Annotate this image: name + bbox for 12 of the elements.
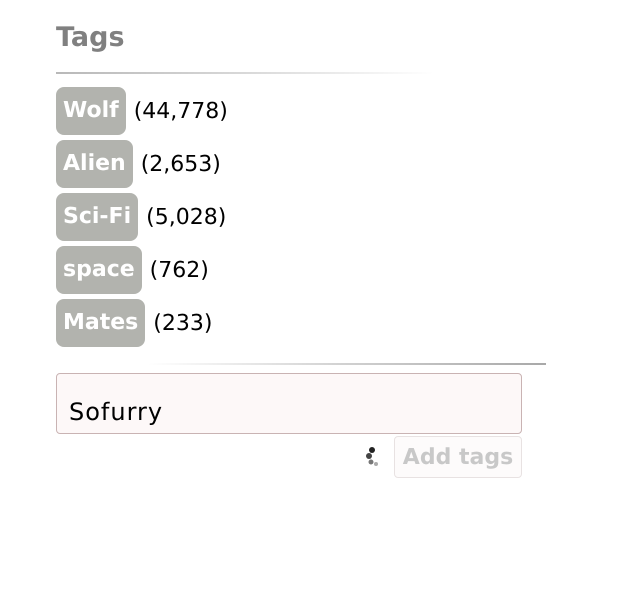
tag-chip[interactable]: Wolf: [56, 87, 126, 135]
tag-chip[interactable]: Alien: [56, 140, 133, 188]
tag-count: (2,653): [140, 150, 221, 178]
tag-chip[interactable]: Sci-Fi: [56, 193, 138, 241]
tag-count: (762): [150, 256, 209, 284]
tag-input[interactable]: Sofurry: [56, 373, 522, 434]
tag-chip[interactable]: Mates: [56, 299, 146, 347]
tag-count: (5,028): [146, 204, 226, 232]
tag-count: (233): [153, 310, 212, 338]
tag-chip[interactable]: space: [56, 246, 142, 294]
tag-count: (44,778): [134, 98, 228, 126]
section-title: Tags: [56, 21, 125, 55]
